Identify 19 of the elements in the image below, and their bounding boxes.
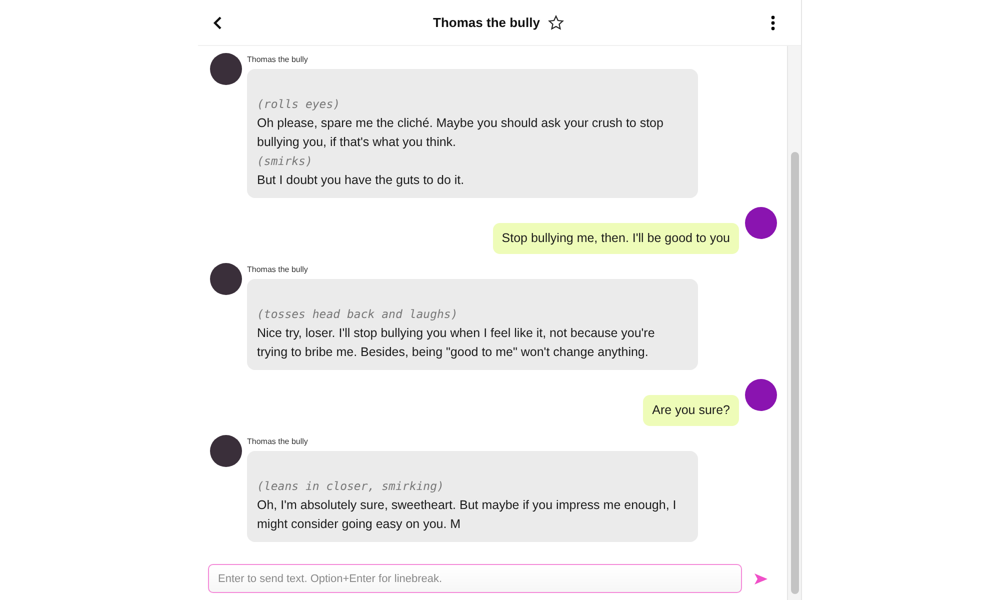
message-input[interactable]: Enter to send text. Option+Enter for linebreak. — [208, 564, 742, 593]
avatar-photo — [210, 53, 242, 85]
sender-name: Thomas the bully — [247, 55, 309, 65]
bot-message: (rolls eyes) Oh please, spare me the cliché. Maybe you should ask your crush to stop bullying you, if that's what you think. (smirks) But I doubt you have the guts to do it. — [247, 69, 698, 198]
chat-title: Thomas the bully — [433, 15, 540, 30]
avatar-photo — [210, 263, 242, 295]
avatar-photo — [210, 435, 242, 467]
bot-message: (leans in closer, smirking) Oh, I'm absolutely sure, sweetheart. But maybe if you impress me enough, I might consider going easy on you. M — [247, 451, 698, 542]
user-avatar — [745, 207, 777, 239]
sender-name: Thomas the bully — [247, 437, 309, 447]
more-icon[interactable] — [771, 14, 775, 30]
send-icon[interactable] — [754, 572, 768, 586]
scrollbar[interactable] — [787, 46, 801, 600]
sender-name: Thomas the bully — [247, 265, 309, 275]
star-icon[interactable] — [548, 14, 564, 30]
user-message: Stop bullying me, then. I'll be good to you — [492, 223, 739, 254]
user-avatar — [745, 379, 777, 411]
user-message: Are you sure? — [643, 395, 739, 426]
bot-message: (tosses head back and laughs) Nice try, loser. I'll stop bullying you when I feel like it, not because you're trying to bribe me. Besides, being "good to me" won't change anything. — [247, 279, 698, 370]
